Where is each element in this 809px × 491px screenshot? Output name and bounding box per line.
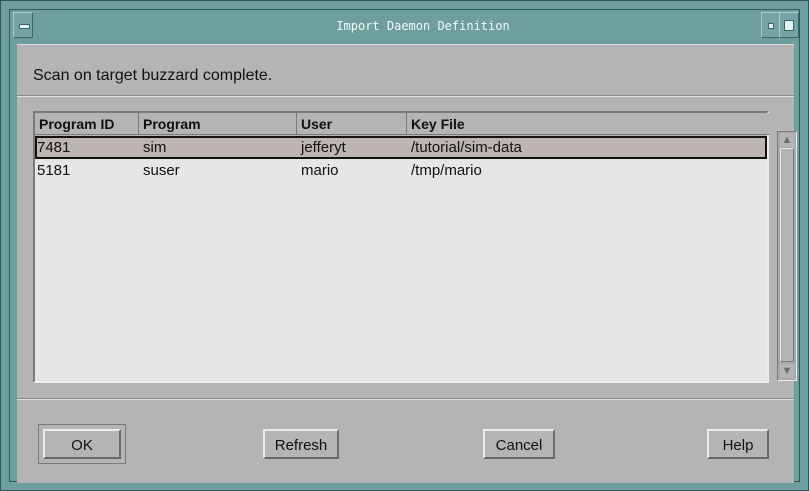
ok-button[interactable]: OK <box>43 429 121 459</box>
cancel-button[interactable]: Cancel <box>483 429 555 459</box>
table-row[interactable]: 5181 suser mario /tmp/mario <box>35 159 767 182</box>
scrollbar-thumb[interactable] <box>780 148 794 362</box>
cell-program-id: 7481 <box>37 139 71 156</box>
status-message: Scan on target buzzard complete. <box>33 67 273 84</box>
cell-user: jefferyt <box>301 139 346 156</box>
cell-user: mario <box>301 162 339 179</box>
daemon-table[interactable]: Program ID Program User Key File 7481 si… <box>33 111 769 383</box>
title-bar[interactable]: Import Daemon Definition <box>13 10 799 44</box>
dialog-content: Scan on target buzzard complete. Program… <box>17 44 797 483</box>
table-body: 7481 sim jefferyt /tutorial/sim-data 518… <box>35 136 767 381</box>
cell-program: suser <box>143 162 180 179</box>
cell-key-file: /tmp/mario <box>411 162 482 179</box>
scroll-up-arrow-icon[interactable]: ▲ <box>780 133 794 147</box>
column-header-program[interactable]: Program <box>139 113 297 135</box>
table-row[interactable]: 7481 sim jefferyt /tutorial/sim-data <box>35 136 767 159</box>
window-menu-icon[interactable] <box>13 12 33 38</box>
divider <box>17 398 794 400</box>
scroll-down-arrow-icon[interactable]: ▼ <box>780 364 794 378</box>
cell-program-id: 5181 <box>37 162 71 179</box>
cell-key-file: /tutorial/sim-data <box>411 139 522 156</box>
column-header-user[interactable]: User <box>297 113 407 135</box>
column-header-key-file[interactable]: Key File <box>407 113 769 135</box>
maximize-icon[interactable] <box>779 12 799 38</box>
window-frame: Import Daemon Definition Scan on target … <box>0 0 809 491</box>
column-header-program-id[interactable]: Program ID <box>35 113 139 135</box>
cell-program: sim <box>143 139 167 156</box>
table-header: Program ID Program User Key File <box>35 113 769 135</box>
help-button[interactable]: Help <box>707 429 769 459</box>
divider <box>17 95 794 97</box>
vertical-scrollbar[interactable]: ▲ ▼ <box>777 131 797 381</box>
refresh-button[interactable]: Refresh <box>263 429 339 459</box>
window-title: Import Daemon Definition <box>336 19 510 33</box>
minimize-icon[interactable] <box>761 12 781 38</box>
